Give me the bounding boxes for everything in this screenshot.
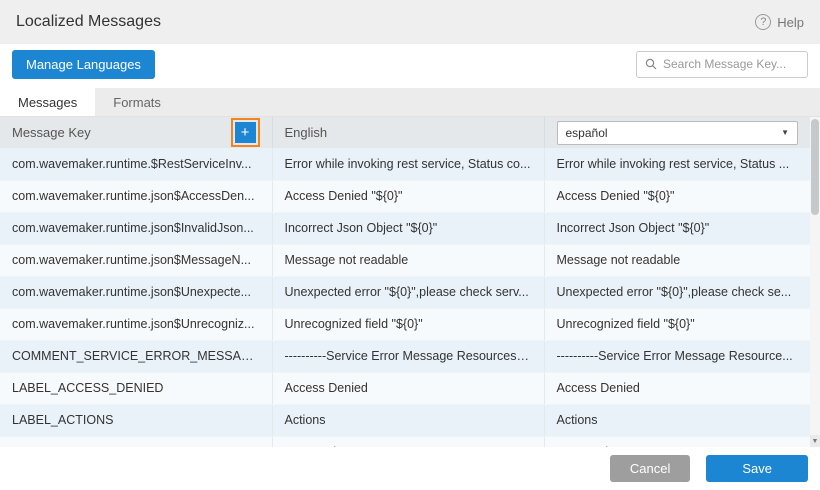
english-cell: Access Denied "${0}" [272, 180, 544, 212]
table-body: com.wavemaker.runtime.$RestServiceInv...… [0, 148, 810, 447]
english-cell: Unexpected error "${0}",please check ser… [272, 276, 544, 308]
message-key-cell: LABEL_ACCESS_DENIED [0, 372, 272, 404]
language-select[interactable]: español ▼ [557, 121, 799, 145]
english-cell: Message not readable [272, 244, 544, 276]
search-box[interactable] [636, 51, 808, 78]
message-key-cell: com.wavemaker.runtime.json$MessageN... [0, 244, 272, 276]
manage-languages-button[interactable]: Manage Languages [12, 50, 155, 79]
message-key-header-label: Message Key [12, 125, 91, 140]
vertical-scrollbar[interactable]: ▼ [810, 117, 820, 447]
page-title: Localized Messages [16, 13, 161, 31]
message-key-cell: com.wavemaker.runtime.json$InvalidJson..… [0, 212, 272, 244]
message-key-cell: LABEL_APPLICATION_NAME [0, 436, 272, 447]
message-key-cell: LABEL_ACTIONS [0, 404, 272, 436]
translation-cell: Access Denied [544, 372, 810, 404]
table-row[interactable]: com.wavemaker.runtime.$RestServiceInv...… [0, 148, 810, 180]
translation-cell: Access Denied "${0}" [544, 180, 810, 212]
translation-cell: Unexpected error "${0}",please check se.… [544, 276, 810, 308]
message-key-cell: com.wavemaker.runtime.json$Unexpecte... [0, 276, 272, 308]
message-key-cell: COMMENT_SERVICE_ERROR_MESSAGES [0, 340, 272, 372]
translation-cell: Actions [544, 404, 810, 436]
column-header-english: English [272, 117, 544, 148]
table-row[interactable]: com.wavemaker.runtime.json$InvalidJson..… [0, 212, 810, 244]
table-row[interactable]: com.wavemaker.runtime.json$MessageN... M… [0, 244, 810, 276]
table-row[interactable]: LABEL_ACTIONS Actions Actions [0, 404, 810, 436]
help-button[interactable]: ? Help [755, 14, 804, 30]
search-icon [645, 58, 657, 70]
table-header-row: Message Key + English español ▼ [0, 117, 810, 148]
english-cell: Unrecognized field "${0}" [272, 308, 544, 340]
localized-messages-dialog: Localized Messages ? Help Manage Languag… [0, 0, 820, 490]
translation-cell: Message not readable [544, 244, 810, 276]
scrollbar-thumb[interactable] [811, 119, 819, 215]
table-row[interactable]: com.wavemaker.runtime.json$Unrecogniz...… [0, 308, 810, 340]
toolbar: Manage Languages [0, 44, 820, 84]
english-cell: ----------Service Error Message Resource… [272, 340, 544, 372]
translation-cell: WaveMaker [544, 436, 810, 447]
scroll-down-arrow-icon[interactable]: ▼ [810, 435, 820, 447]
message-key-cell: com.wavemaker.runtime.$RestServiceInv... [0, 148, 272, 180]
english-cell: WaveMaker [272, 436, 544, 447]
language-select-value: español [566, 126, 608, 140]
translation-cell: ----------Service Error Message Resource… [544, 340, 810, 372]
table-row[interactable]: LABEL_ACCESS_DENIED Access Denied Access… [0, 372, 810, 404]
english-cell: Error while invoking rest service, Statu… [272, 148, 544, 180]
english-cell: Access Denied [272, 372, 544, 404]
message-key-cell: com.wavemaker.runtime.json$Unrecogniz... [0, 308, 272, 340]
dialog-footer: Cancel Save [0, 447, 820, 490]
english-cell: Actions [272, 404, 544, 436]
chevron-down-icon: ▼ [781, 128, 789, 137]
messages-table: Message Key + English español ▼ [0, 116, 820, 447]
search-input[interactable] [663, 57, 799, 71]
english-cell: Incorrect Json Object "${0}" [272, 212, 544, 244]
translation-cell: Error while invoking rest service, Statu… [544, 148, 810, 180]
help-label: Help [777, 15, 804, 30]
table-row[interactable]: COMMENT_SERVICE_ERROR_MESSAGES ---------… [0, 340, 810, 372]
add-message-key-button[interactable]: + [235, 122, 256, 143]
translation-cell: Unrecognized field "${0}" [544, 308, 810, 340]
table-row[interactable]: com.wavemaker.runtime.json$Unexpecte... … [0, 276, 810, 308]
message-key-cell: com.wavemaker.runtime.json$AccessDen... [0, 180, 272, 212]
tab-messages[interactable]: Messages [0, 88, 95, 116]
cancel-button[interactable]: Cancel [610, 455, 690, 482]
column-header-language: español ▼ [544, 117, 810, 148]
dialog-header: Localized Messages ? Help [0, 0, 820, 44]
help-icon: ? [755, 14, 771, 30]
tab-formats[interactable]: Formats [95, 88, 179, 116]
table-row[interactable]: LABEL_APPLICATION_NAME WaveMaker WaveMak… [0, 436, 810, 447]
add-highlight-box: + [231, 118, 260, 147]
translation-cell: Incorrect Json Object "${0}" [544, 212, 810, 244]
tab-bar: Messages Formats [0, 88, 820, 116]
save-button[interactable]: Save [706, 455, 808, 482]
table-row[interactable]: com.wavemaker.runtime.json$AccessDen... … [0, 180, 810, 212]
column-header-message-key: Message Key + [0, 117, 272, 148]
